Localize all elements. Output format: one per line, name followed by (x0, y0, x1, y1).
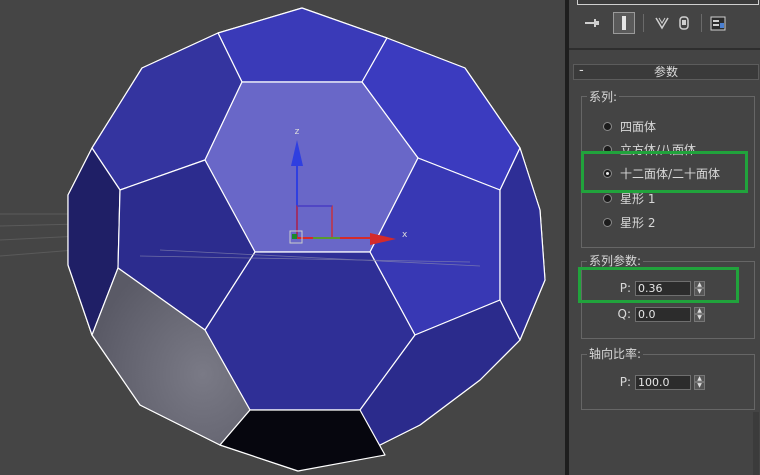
make-unique-icon[interactable] (651, 12, 673, 34)
q-param-row: Q: 0.0 ▲ ▼ (615, 305, 705, 323)
face-right-edge (499, 147, 546, 341)
parameters-rollout-header[interactable]: - 参数 (573, 63, 759, 80)
toolbar-divider (569, 48, 760, 50)
radio-star2[interactable]: 星形 2 (603, 214, 655, 230)
highlight-box-p (578, 267, 739, 303)
gizmo-z-label: z (295, 127, 300, 137)
axis-p-row: P: 100.0 ▲ ▼ (615, 373, 705, 391)
family-group-label: 系列: (587, 90, 620, 104)
face-bottom (219, 409, 386, 472)
radio-button[interactable] (603, 217, 612, 227)
axis-p-value-input[interactable]: 100.0 (635, 374, 691, 390)
q-label: Q: (617, 307, 632, 321)
configure-modifier-sets-icon[interactable] (707, 12, 729, 34)
radio-button[interactable] (603, 193, 612, 203)
axis-p-spinner[interactable]: ▲ ▼ (694, 374, 705, 390)
face-top (217, 7, 388, 83)
panel-scrollbar[interactable] (753, 412, 759, 475)
remove-modifier-icon[interactable] (673, 12, 695, 34)
dodecahedron-object[interactable] (67, 7, 546, 472)
rollout-title: 参数 (653, 65, 678, 79)
pin-stack-icon[interactable] (581, 12, 603, 34)
radio-label: 四面体 (620, 119, 657, 134)
highlight-box-family (581, 151, 748, 193)
family-params-label: 系列参数: (587, 254, 644, 268)
gizmo-x-label: x (402, 230, 408, 240)
object-name-field[interactable] (577, 0, 759, 5)
axis-p-label: P: (619, 375, 631, 389)
command-panel-toolbar (569, 8, 760, 40)
show-end-result-icon[interactable] (613, 12, 635, 34)
axis-ratio-label: 轴向比率: (587, 347, 644, 361)
q-value-input[interactable]: 0.0 (635, 306, 691, 322)
radio-label: 星形 2 (620, 215, 656, 230)
command-panel: - 参数 系列: 四面体 立方体/八面体 十二面体/二十面体 星形 1 星形 2… (569, 0, 760, 475)
viewport-canvas[interactable]: z x (0, 0, 565, 475)
radio-tetra[interactable]: 四面体 (603, 118, 656, 134)
radio-button[interactable] (603, 121, 612, 131)
viewport-perspective[interactable]: z x (0, 0, 565, 475)
q-spinner[interactable]: ▲ ▼ (694, 306, 705, 322)
